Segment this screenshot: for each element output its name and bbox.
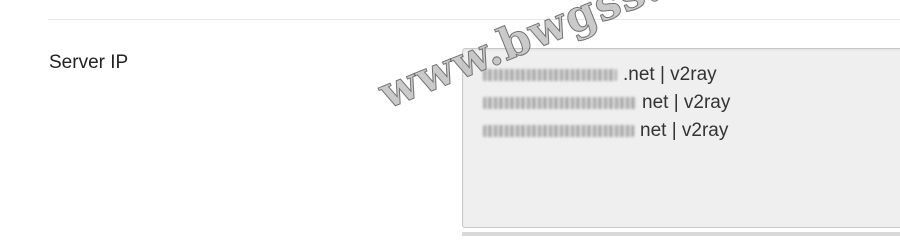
textarea-bottom-edge <box>462 232 900 236</box>
page: Server IP .net | v2ray net | v2ray net |… <box>0 0 900 236</box>
server-ip-line-2: net | v2ray <box>483 89 900 117</box>
section-divider <box>48 19 900 20</box>
server-ip-label: Server IP <box>49 52 129 73</box>
redacted-hostname-3 <box>483 125 634 137</box>
redacted-hostname-2 <box>483 97 636 109</box>
server-ip-line-2-text: net | v2ray <box>642 92 731 113</box>
server-ip-textarea[interactable]: .net | v2ray net | v2ray net | v2ray <box>462 48 900 228</box>
redacted-hostname-1 <box>483 69 617 81</box>
server-ip-line-1: .net | v2ray <box>483 61 900 89</box>
server-ip-line-3-text: net | v2ray <box>640 120 729 141</box>
server-ip-line-3: net | v2ray <box>483 117 900 145</box>
server-ip-line-1-text: .net | v2ray <box>623 64 717 85</box>
